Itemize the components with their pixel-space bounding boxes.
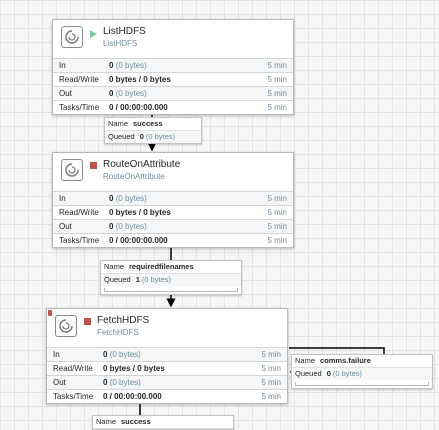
stat-value: 0 bytes / 0 bytes [109,208,171,217]
queue-progress-bar [104,286,238,292]
processor-header: FetchHDFS FetchHDFS [47,309,287,347]
processor-header: ListHDFS ListHDFS [53,20,293,58]
stat-label: Out [53,378,66,387]
stat-value: 0 / 00:00:00.000 [103,392,162,401]
processor-header: RouteOnAttribute RouteOnAttribute [53,153,293,191]
stat-row-out: Out 0 (0 bytes) 5 min [53,219,293,233]
stat-window: 5 min [261,364,281,373]
connection-name-row: Name requiredfilenames [101,261,241,274]
connection-label-requiredfilenames[interactable]: Name requiredfilenames Queued 1 (0 bytes) [100,260,242,295]
stat-label: Tasks/Time [59,236,100,245]
stat-window: 5 min [267,61,287,70]
connection-name-key: Name [96,417,117,426]
connection-queued-row: Queued 0 (0 bytes) [292,368,432,380]
stat-value: 0 (0 bytes) [103,350,141,359]
stat-value: 0 bytes / 0 bytes [109,75,171,84]
processor-icon [61,159,83,181]
processor-name: FetchHDFS [97,315,150,326]
connection-queued-count: 0 [139,132,144,141]
stat-row-in: In 0 (0 bytes) 5 min [53,58,293,72]
processor-name: RouteOnAttribute [103,159,181,170]
stat-window: 5 min [267,89,287,98]
stat-value: 0 (0 bytes) [109,222,147,231]
flow-canvas[interactable]: ListHDFS ListHDFS In 0 (0 bytes) 5 min R… [0,0,439,430]
stat-value: 0 (0 bytes) [109,61,147,70]
stat-label: Out [59,89,72,98]
processor-type: RouteOnAttribute [103,172,165,181]
stat-window: 5 min [267,236,287,245]
stat-window: 5 min [267,75,287,84]
processor-type: FetchHDFS [97,328,139,337]
stat-window: 5 min [261,392,281,401]
stat-label: In [59,194,66,203]
connection-label-comms-failure[interactable]: Name comms.failure Queued 0 (0 bytes) [291,354,433,389]
connection-name: success [133,119,163,128]
processor-routeonattribute[interactable]: RouteOnAttribute RouteOnAttribute In 0 (… [52,152,294,248]
stat-window: 5 min [267,194,287,203]
connection-name-row: Name comms.failure [292,355,432,368]
stat-row-out: Out 0 (0 bytes) 5 min [47,375,287,389]
stat-row-tasks-time: Tasks/Time 0 / 00:00:00.000 5 min [53,233,293,247]
stat-label: Read/Write [59,75,99,84]
processor-listhdfs[interactable]: ListHDFS ListHDFS In 0 (0 bytes) 5 min R… [52,19,294,115]
processor-fetchhdfs[interactable]: FetchHDFS FetchHDFS In 0 (0 bytes) 5 min… [46,308,288,404]
processor-icon [55,315,77,337]
connection-queued-row: Queued 0 (0 bytes) [105,131,201,143]
stat-label: Read/Write [53,364,93,373]
stat-window: 5 min [267,208,287,217]
connection-queued-bytes: (0 bytes) [141,275,172,284]
connection-name: success [121,417,151,426]
stat-window: 5 min [267,222,287,231]
stat-value: 0 / 00:00:00.000 [109,103,168,112]
queue-progress-bar [295,380,429,386]
stop-icon [84,318,91,325]
connection-name-row: Name success [105,118,201,131]
stat-window: 5 min [261,378,281,387]
processor-type: ListHDFS [103,39,138,48]
connection-name: requiredfilenames [129,262,194,271]
play-icon [90,30,97,38]
processor-icon [61,26,83,48]
connection-queued-key: Queued [104,275,131,284]
stat-label: Tasks/Time [59,103,100,112]
stat-label: Read/Write [59,208,99,217]
stat-row-tasks-time: Tasks/Time 0 / 00:00:00.000 5 min [53,100,293,114]
stop-icon [90,162,97,169]
connection-queued-row: Queued 1 (0 bytes) [101,274,241,286]
stat-value: 0 (0 bytes) [109,194,147,203]
connection-queued-key: Queued [108,132,135,141]
stat-window: 5 min [261,350,281,359]
connection-queued-bytes: (0 bytes) [332,369,363,378]
connection-name-row: Name success [93,416,233,429]
stat-value: 0 bytes / 0 bytes [103,364,165,373]
stat-label: In [59,61,66,70]
stat-row-read-write: Read/Write 0 bytes / 0 bytes 5 min [47,361,287,375]
stat-row-out: Out 0 (0 bytes) 5 min [53,86,293,100]
stat-row-read-write: Read/Write 0 bytes / 0 bytes 5 min [53,72,293,86]
stat-row-in: In 0 (0 bytes) 5 min [53,191,293,205]
connection-queued-count: 0 [326,369,331,378]
stat-value: 0 (0 bytes) [109,89,147,98]
stat-row-read-write: Read/Write 0 bytes / 0 bytes 5 min [53,205,293,219]
stat-label: Out [59,222,72,231]
connection-name-key: Name [104,262,125,271]
stat-value: 0 / 00:00:00.000 [109,236,168,245]
stat-label: Tasks/Time [53,392,94,401]
stat-label: In [53,350,60,359]
stat-window: 5 min [267,103,287,112]
processor-name: ListHDFS [103,26,146,37]
connection-name: comms.failure [320,356,371,365]
connection-queued-bytes: (0 bytes) [145,132,176,141]
stat-row-tasks-time: Tasks/Time 0 / 00:00:00.000 5 min [47,389,287,403]
connection-label-success[interactable]: Name success Queued 0 (0 bytes) [104,117,202,144]
connection-name-key: Name [108,119,129,128]
connection-queued-count: 1 [135,275,140,284]
connection-queued-key: Queued [295,369,322,378]
stat-value: 0 (0 bytes) [103,378,141,387]
connection-name-key: Name [295,356,316,365]
stat-row-in: In 0 (0 bytes) 5 min [47,347,287,361]
